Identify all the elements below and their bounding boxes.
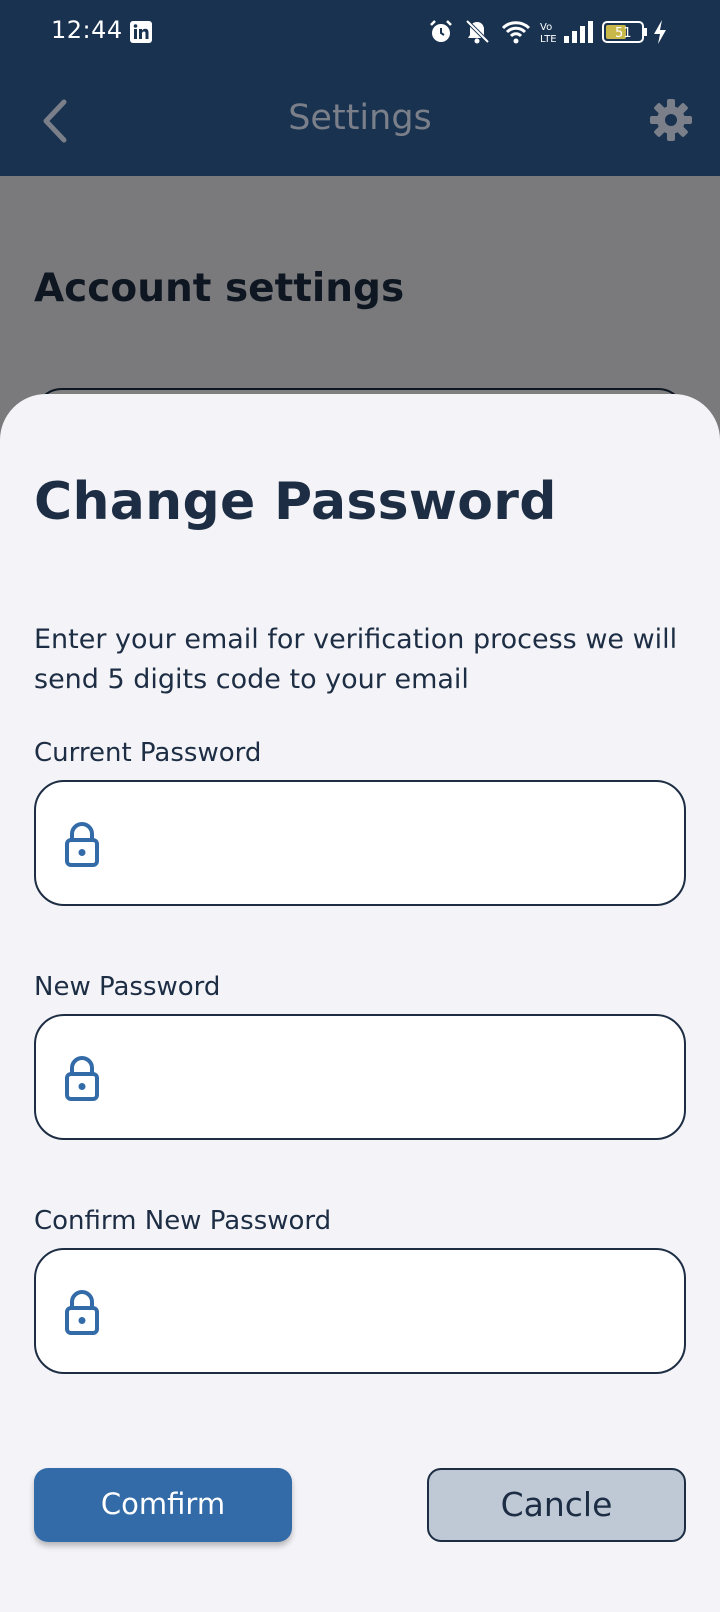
signal-icon <box>564 21 593 43</box>
new-password-label: New Password <box>34 972 221 1002</box>
bell-off-icon <box>465 19 490 44</box>
lock-icon <box>65 1290 99 1335</box>
lock-icon <box>65 822 99 867</box>
charging-icon <box>654 20 666 44</box>
header-title: Settings <box>288 98 432 138</box>
lock-icon <box>65 1056 99 1101</box>
sheet-description: Enter your email for verification proces… <box>34 624 678 695</box>
settings-button[interactable] <box>649 98 693 142</box>
svg-text:Vo: Vo <box>540 22 552 33</box>
status-bar: 12:44 Vo LTE 51 <box>0 0 720 66</box>
current-password-field[interactable] <box>34 780 686 906</box>
confirm-button[interactable]: Comfirm <box>34 1468 292 1542</box>
current-password-label: Current Password <box>34 738 262 768</box>
battery-icon: 51 <box>602 21 647 43</box>
change-password-sheet: Change Password Enter your email for ver… <box>0 394 720 1612</box>
confirm-password-field[interactable] <box>34 1248 686 1374</box>
confirm-password-label: Confirm New Password <box>34 1206 332 1236</box>
new-password-field[interactable] <box>34 1014 686 1140</box>
app-header: Settings <box>0 66 720 176</box>
wifi-icon <box>501 21 531 44</box>
gear-icon <box>650 99 692 141</box>
alarm-icon <box>430 20 452 42</box>
volte-icon: Vo LTE <box>540 22 557 45</box>
svg-text:LTE: LTE <box>540 34 557 45</box>
status-time: 12:44 <box>51 16 123 44</box>
svg-text:51: 51 <box>615 26 632 41</box>
status-icons: Vo LTE 51 <box>420 16 720 48</box>
sheet-title: Change Password <box>34 472 557 532</box>
cancel-button[interactable]: Cancle <box>427 1468 686 1542</box>
linkedin-icon <box>129 20 153 44</box>
